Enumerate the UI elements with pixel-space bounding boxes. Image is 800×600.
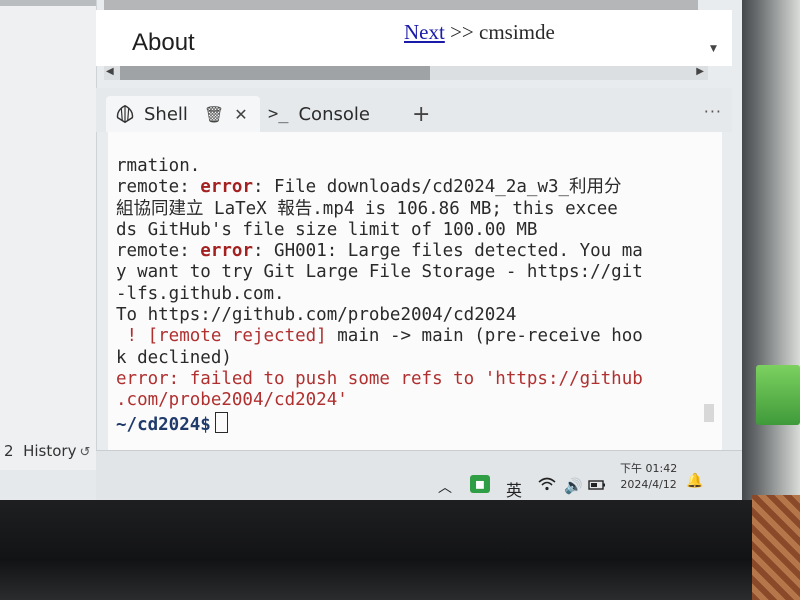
ime-indicator[interactable]: 英 (506, 477, 522, 501)
terminal-output[interactable]: rmation. remote: error: File downloads/cd… (108, 132, 722, 450)
terminal-text: rmation. (116, 156, 201, 176)
terminal-text: -lfs.github.com. (116, 283, 285, 304)
dropdown-arrow-icon[interactable]: ▼ (710, 44, 717, 54)
terminal-text: remote: (116, 241, 201, 262)
screen: About Next >> cmsimde ▼ ◀ ▶ Shell 🗑 ✕ >_… (0, 0, 742, 506)
page-nav: Next >> cmsimde (404, 20, 555, 45)
battery-icon[interactable] (588, 477, 606, 495)
notification-bell-icon[interactable]: 🔔 (686, 473, 703, 489)
history-icon: ↺ (79, 445, 91, 460)
terminal-text: .com/probe2004/cd2024' (116, 390, 348, 411)
clock-time: 下午 01:42 (620, 462, 678, 475)
error-keyword: error (200, 177, 253, 198)
wifi-icon[interactable] (538, 477, 556, 495)
panel-divider (0, 0, 96, 6)
tab-shell[interactable]: Shell 🗑 ✕ (106, 96, 260, 132)
laptop-bezel (0, 500, 800, 600)
terminal-text: error: failed to push some refs to 'http… (116, 368, 643, 389)
terminal-text: : File downloads/cd2024_2a_w3_利用分 (252, 177, 622, 198)
clock[interactable]: 下午 01:42 2024/4/12 (620, 461, 677, 493)
scroll-right-icon[interactable]: ▶ (696, 66, 704, 77)
about-heading: About (132, 29, 195, 56)
text-cursor (214, 411, 228, 433)
terminal-line: error: failed to push some refs to 'http… (116, 369, 716, 390)
terminal-text: k declined) (116, 347, 232, 368)
scrollbar-thumb[interactable] (120, 66, 430, 80)
terminal-scrollbar[interactable] (704, 404, 714, 422)
terminal-text: 組協同建立 LaTeX 報告.mp4 is 106.86 MB; this ex… (116, 198, 618, 219)
tab-label: Console (298, 103, 370, 125)
add-tab-button[interactable]: + (412, 96, 430, 132)
terminal-text: : GH001: Large files detected. You ma (252, 241, 643, 262)
terminal-line: To https://github.com/probe2004/cd2024 (116, 305, 716, 326)
shell-icon (116, 104, 134, 124)
taskbar: ︿ ◼ 英 🔊 下午 01:42 2024/4/12 🔔 (96, 450, 742, 506)
terminal-text: ! [remote rejected] (116, 326, 338, 347)
history-area[interactable]: 2 History ↺ (4, 442, 90, 460)
terminal-line: -lfs.github.com. (116, 284, 716, 305)
terminal-line: remote: error: GH001: Large files detect… (116, 241, 716, 262)
next-suffix: >> cmsimde (444, 20, 555, 44)
terminal-text: ds GitHub's file size limit of 100.00 MB (116, 219, 538, 240)
trash-icon[interactable]: 🗑 (204, 105, 224, 124)
terminal-line: .com/probe2004/cd2024' (116, 390, 716, 411)
history-number: 2 (4, 442, 14, 460)
terminal-text: y want to try Git Large File Storage - h… (116, 262, 643, 283)
tray-expand-icon[interactable]: ︿ (438, 477, 452, 497)
tab-label: Shell (144, 103, 188, 125)
terminal-text: To https://github.com/probe2004/cd2024 (116, 305, 517, 326)
clock-date: 2024/4/12 (620, 478, 677, 491)
terminal-lines: rmation. remote: error: File downloads/cd… (116, 156, 716, 436)
close-icon[interactable]: ✕ (234, 105, 247, 124)
terminal-line: rmation. (116, 156, 716, 177)
horizontal-scrollbar[interactable]: ◀ ▶ (104, 66, 708, 80)
next-link[interactable]: Next (404, 20, 445, 44)
terminal-line: k declined) (116, 348, 716, 369)
terminal-line: ! [remote rejected] main -> main (pre-re… (116, 326, 716, 347)
terminal-line: ds GitHub's file size limit of 100.00 MB (116, 220, 716, 241)
volume-icon[interactable]: 🔊 (564, 477, 583, 495)
top-scrollbar[interactable] (104, 0, 698, 10)
terminal-text: main -> main (pre-receive hoo (337, 326, 643, 347)
background-object (752, 495, 800, 600)
history-label: History (23, 442, 77, 460)
terminal-line: 組協同建立 LaTeX 報告.mp4 is 106.86 MB; this ex… (116, 199, 716, 220)
terminal-line: remote: error: File downloads/cd2024_2a_… (116, 177, 716, 198)
more-options-icon[interactable]: ··· (704, 102, 722, 121)
terminal-prompt-icon: >_ (268, 104, 289, 124)
terminal-text: remote: (116, 177, 201, 198)
shell-prompt: ~/cd2024$ (116, 414, 211, 435)
tab-console[interactable]: >_ Console (262, 96, 376, 132)
scroll-left-icon[interactable]: ◀ (106, 66, 114, 77)
error-keyword: error (200, 241, 253, 262)
terminal-prompt-line[interactable]: ~/cd2024$ (116, 411, 716, 436)
tab-bar: Shell 🗑 ✕ >_ Console + ··· (96, 88, 732, 132)
background-object (756, 365, 800, 425)
terminal-line: y want to try Git Large File Storage - h… (116, 262, 716, 283)
left-panel (0, 0, 97, 470)
chat-app-icon[interactable]: ◼ (470, 475, 490, 493)
